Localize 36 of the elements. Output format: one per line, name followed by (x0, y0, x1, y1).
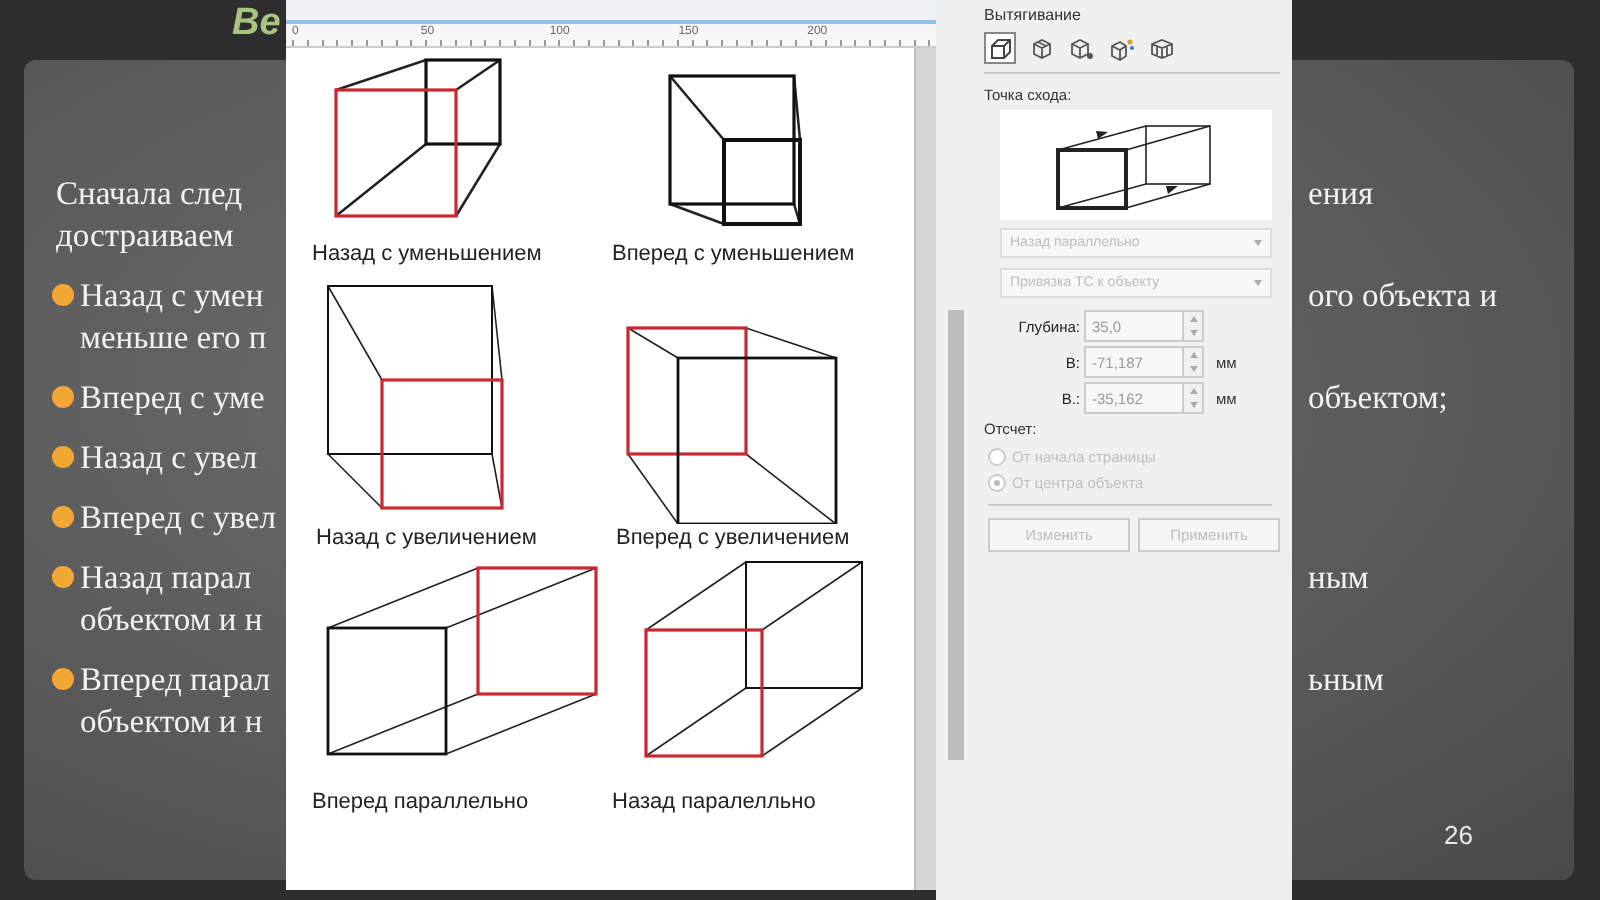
slide-text: Вперед с увел (78, 498, 276, 536)
figure-caption: Назад паралелльно (610, 788, 818, 816)
spinner-icon[interactable] (1184, 382, 1204, 414)
figure-caption: Вперед с увеличением (614, 524, 852, 552)
cube-icon (987, 35, 1013, 61)
figure-caption: Назад с увеличением (314, 524, 539, 552)
spinner-icon[interactable] (1184, 346, 1204, 378)
slide-text: объектом; (1308, 376, 1448, 418)
cube-icon (1147, 35, 1173, 61)
scrollbar-thumb[interactable] (948, 310, 964, 760)
cube-icon (1027, 35, 1053, 61)
slide-text: Вперед с уме (78, 378, 265, 416)
slide-text: ьным (1308, 658, 1384, 700)
page-number: 26 (1444, 820, 1473, 850)
spinner-icon[interactable] (1184, 310, 1204, 342)
slide-text: ения (1308, 172, 1374, 214)
slide-text: объектом и н (78, 600, 263, 638)
figure-caption: Вперед параллельно (310, 788, 531, 816)
slide-text: ого объекта и (1308, 274, 1498, 316)
slide-text: ным (1308, 556, 1369, 598)
cube-icon (1067, 35, 1093, 61)
slide-text: Назад парал (78, 558, 252, 596)
cube-icon (1107, 35, 1133, 61)
slide-title: Ве (232, 2, 281, 46)
panel-title: Вытягивание (984, 6, 1083, 24)
slide-text: Сначала след (56, 174, 243, 212)
slide-text: объектом и н (78, 702, 263, 740)
slide-text: меньше его п (78, 318, 267, 356)
figure-caption: Вперед с уменьшением (610, 240, 857, 268)
slide-text: достраиваем (56, 216, 234, 254)
figure-caption: Назад с уменьшением (310, 240, 544, 268)
slide-text: Вперед парал (78, 660, 271, 698)
scrollbar[interactable] (914, 48, 936, 890)
slide-text: Назад с умен (78, 276, 264, 314)
slide-text: Назад с увел (78, 438, 258, 476)
extrude-type-button[interactable] (984, 32, 1016, 64)
